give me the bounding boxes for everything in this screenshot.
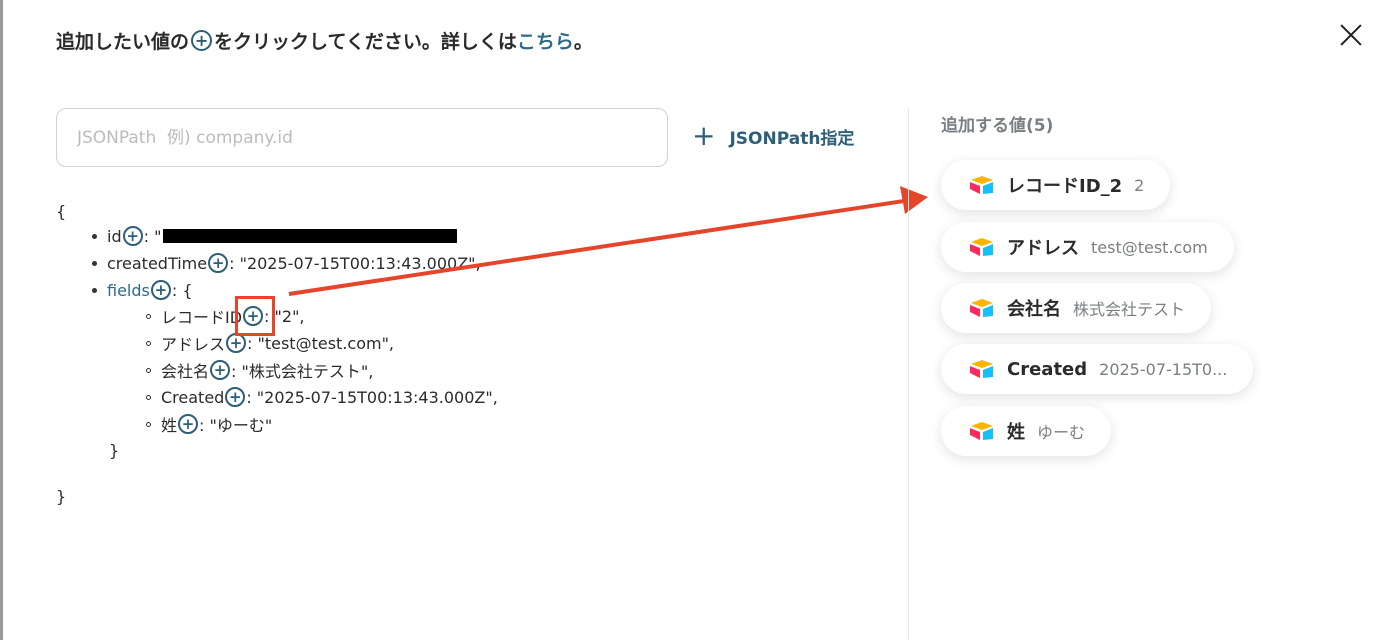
plus-circle-icon: +	[191, 30, 213, 51]
panel-divider	[908, 108, 909, 640]
json-row-field: アドレス + : "test@test.com",	[146, 331, 394, 355]
plus-icon: +	[692, 119, 716, 152]
add-value-plus-icon[interactable]: +	[225, 387, 246, 407]
add-value-plus-icon[interactable]: +	[122, 226, 143, 246]
bullet	[92, 260, 97, 266]
json-value: : {	[171, 280, 193, 300]
add-value-plus-icon[interactable]: +	[150, 280, 171, 300]
jsonpath-button-label: JSONPath指定	[729, 128, 855, 149]
add-value-plus-icon[interactable]: +	[178, 414, 199, 434]
json-value: : "	[143, 226, 162, 246]
value-chip[interactable]: レコードID_2 2	[941, 160, 1171, 210]
json-value: : "2",	[264, 306, 305, 326]
json-key: id	[107, 226, 122, 246]
help-link[interactable]: こちら	[517, 27, 574, 54]
header-text-end: 。	[573, 31, 593, 53]
json-row-field: 会社名 + : "株式会社テスト",	[146, 358, 373, 382]
value-chip[interactable]: Created 2025-07-15T0...	[941, 344, 1254, 394]
bullet	[92, 233, 97, 239]
airtable-logo-icon	[970, 176, 993, 194]
airtable-logo-icon	[970, 422, 993, 440]
json-close-brace: }	[56, 486, 67, 506]
json-value: : "株式会社テスト",	[231, 362, 374, 381]
header-text-before: 追加したい値の	[56, 31, 190, 53]
value-chip[interactable]: 会社名 株式会社テスト	[941, 283, 1212, 333]
added-values-title: 追加する値(5)	[941, 116, 1054, 136]
bullet	[146, 340, 151, 346]
instruction-header: 追加したい値の + をクリックしてください。詳しくは こちら 。	[56, 27, 593, 54]
airtable-logo-icon	[970, 238, 993, 256]
json-row-field: 姓 + : "ゆーむ"	[146, 412, 272, 436]
json-value: : "2025-07-15T00:13:43.000Z",	[246, 387, 498, 407]
window-edge	[0, 0, 3, 640]
add-value-plus-icon[interactable]: +	[208, 253, 229, 273]
chip-key: 会社名	[1007, 299, 1061, 320]
add-value-plus-icon[interactable]: +	[210, 360, 231, 380]
bullet	[146, 421, 151, 427]
airtable-logo-icon	[970, 299, 993, 317]
header-text-after: をクリックしてください。詳しくは	[214, 31, 517, 53]
json-key-fields[interactable]: fields	[107, 281, 150, 300]
redacted-value	[163, 229, 458, 243]
json-key: createdTime	[107, 253, 208, 273]
jsonpath-search-input[interactable]	[56, 108, 668, 167]
json-row-createdtime: createdTime + : "2025-07-15T00:13:43.000…	[92, 251, 481, 275]
bullet	[92, 287, 97, 293]
chip-value: ゆーむ	[1037, 423, 1086, 442]
value-chip[interactable]: アドレス test@test.com	[941, 222, 1234, 272]
json-value: : "test@test.com",	[247, 333, 395, 353]
add-value-plus-icon[interactable]: +	[243, 306, 264, 326]
airtable-logo-icon	[970, 360, 993, 378]
json-open-brace: {	[56, 201, 67, 221]
bullet	[146, 313, 151, 319]
json-key: Created	[161, 387, 225, 407]
chip-value: 株式会社テスト	[1073, 300, 1186, 319]
close-icon[interactable]	[1338, 22, 1364, 48]
json-value: : "ゆーむ"	[199, 416, 273, 435]
json-fields-close-brace: }	[109, 440, 120, 460]
add-value-plus-icon[interactable]: +	[226, 333, 247, 353]
json-key: 姓	[161, 416, 178, 435]
json-row-field: Created + : "2025-07-15T00:13:43.000Z",	[146, 385, 498, 409]
json-row-field: レコードID + : "2",	[146, 304, 305, 328]
chip-value: 2	[1134, 175, 1145, 195]
bullet	[146, 367, 151, 373]
json-key: アドレス	[161, 335, 226, 354]
json-key: レコードID	[161, 308, 243, 327]
json-row-id: id + : "	[92, 224, 458, 248]
chip-key: アドレス	[1007, 238, 1079, 259]
json-row-fields: fields + : {	[92, 278, 193, 302]
json-value: : "2025-07-15T00:13:43.000Z",	[229, 253, 481, 273]
chip-key: レコードID_2	[1007, 176, 1123, 197]
chip-value: 2025-07-15T0...	[1099, 359, 1228, 379]
chip-key: 姓	[1007, 422, 1025, 443]
bullet	[146, 394, 151, 400]
chip-value: test@test.com	[1091, 237, 1208, 257]
json-key: 会社名	[161, 362, 210, 381]
value-chip[interactable]: 姓 ゆーむ	[941, 406, 1112, 456]
jsonpath-specify-button[interactable]: + JSONPath指定	[692, 122, 854, 150]
chip-key: Created	[1007, 358, 1088, 380]
